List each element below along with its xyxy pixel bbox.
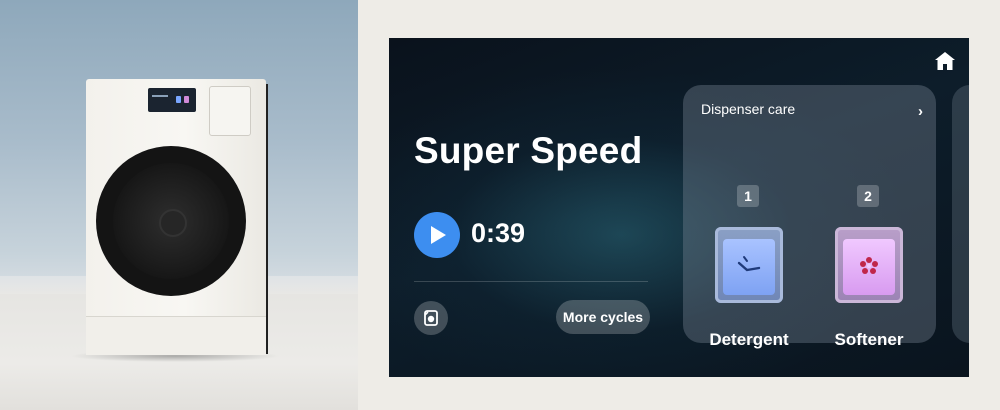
divider bbox=[414, 281, 648, 282]
dispenser-care-title: Dispenser care bbox=[701, 101, 796, 117]
softener-cup bbox=[835, 227, 903, 303]
cycle-name: Super Speed bbox=[414, 130, 643, 171]
detergent-cup bbox=[715, 227, 783, 303]
chevron-right-icon: › bbox=[918, 103, 923, 120]
slot-number: 2 bbox=[857, 185, 879, 207]
softener-icon bbox=[860, 257, 878, 274]
washer-drum-hub bbox=[159, 209, 187, 237]
washing-machine bbox=[86, 79, 266, 355]
softener-label: Softener bbox=[834, 330, 904, 349]
more-cycles-button[interactable]: More cycles bbox=[556, 300, 650, 334]
product-photo bbox=[0, 0, 358, 410]
detergent-label: Detergent bbox=[709, 330, 789, 349]
washer-control-screen bbox=[148, 88, 196, 112]
washer-settings-button[interactable] bbox=[414, 301, 448, 335]
detergent-icon bbox=[737, 256, 761, 272]
washer-settings-icon bbox=[424, 310, 438, 326]
play-button[interactable] bbox=[414, 212, 460, 258]
dispenser-care-header[interactable]: Dispenser care › bbox=[701, 101, 923, 121]
dispenser-care-card: Dispenser care › 1 Detergent 2 Softener bbox=[683, 85, 936, 349]
detergent-slot[interactable]: 1 Detergent bbox=[699, 185, 799, 355]
next-card-peek[interactable] bbox=[952, 85, 969, 343]
softener-slot[interactable]: 2 Softener bbox=[819, 185, 919, 355]
washer-plinth bbox=[86, 316, 266, 355]
slot-number: 1 bbox=[737, 185, 759, 207]
home-icon[interactable] bbox=[934, 50, 956, 72]
remaining-time: 0:39 bbox=[471, 218, 526, 248]
washer-dispenser-drawer bbox=[209, 86, 251, 136]
play-icon bbox=[431, 226, 446, 244]
control-screen: Super Speed 0:39 More cycles Dispenser c… bbox=[389, 38, 969, 377]
